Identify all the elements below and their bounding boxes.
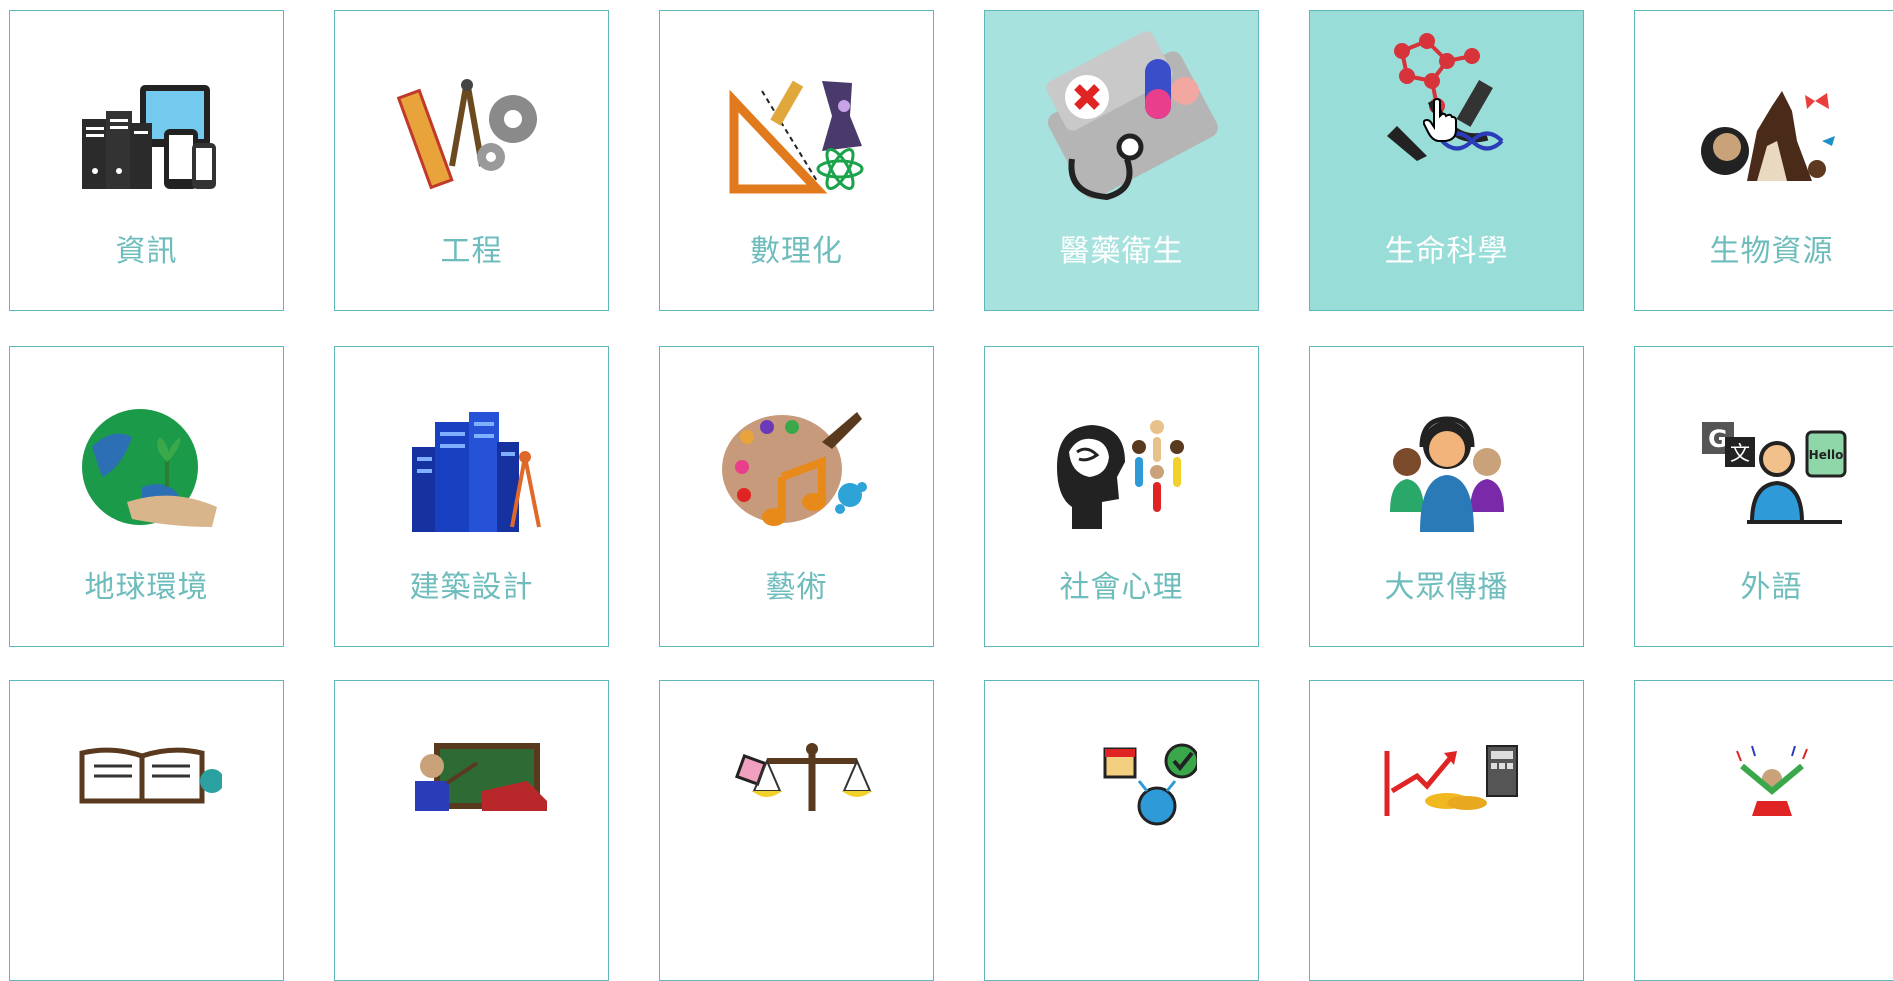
management-planning-icon <box>1047 741 1197 871</box>
sports-leisure-icon <box>1697 741 1847 871</box>
earth-environment-icon <box>72 407 222 537</box>
bio-resources-icon <box>1697 71 1847 201</box>
tile-mass-communication[interactable]: 大眾傳播 <box>1309 346 1584 647</box>
tile-art[interactable]: 藝術 <box>659 346 934 647</box>
tile-social-psychology[interactable]: 社會心理 <box>984 346 1259 647</box>
tile-info[interactable]: 資訊 <box>9 10 284 311</box>
tile-literature[interactable] <box>9 680 284 981</box>
tile-label: 工程 <box>440 234 503 269</box>
svg-text:Hello: Hello <box>1808 448 1843 462</box>
mass-communication-icon <box>1372 407 1522 537</box>
svg-text:G: G <box>1708 425 1728 453</box>
life-science-icon <box>1372 31 1522 161</box>
tile-management[interactable] <box>984 680 1259 981</box>
tile-math-science[interactable]: 數理化 <box>659 10 934 311</box>
tile-label: 大眾傳播 <box>1384 570 1509 605</box>
law-scales-icon <box>722 741 872 871</box>
architecture-icon <box>397 407 547 537</box>
tile-medicine[interactable]: 醫藥衛生 <box>984 10 1259 311</box>
literature-books-icon <box>72 741 222 871</box>
tile-label: 建築設計 <box>409 570 534 605</box>
tile-label: 生物資源 <box>1709 234 1834 269</box>
tile-label: 資訊 <box>115 234 178 269</box>
medicine-health-icon <box>1027 19 1227 209</box>
tile-architecture[interactable]: 建築設計 <box>334 346 609 647</box>
svg-text:文: 文 <box>1730 441 1750 465</box>
engineering-tools-icon <box>396 71 547 201</box>
tile-label: 地球環境 <box>84 570 209 605</box>
computer-devices-icon <box>72 71 222 201</box>
finance-growth-icon <box>1372 741 1522 871</box>
tile-life-science[interactable]: 生命科學 <box>1309 10 1584 311</box>
tile-earth[interactable]: 地球環境 <box>9 346 284 647</box>
social-psychology-icon <box>1047 407 1197 537</box>
education-teacher-icon <box>397 741 547 871</box>
tile-finance[interactable] <box>1309 680 1584 981</box>
tile-law[interactable] <box>659 680 934 981</box>
art-palette-icon <box>721 407 872 537</box>
tile-label: 醫藥衛生 <box>1059 234 1184 269</box>
tile-label: 社會心理 <box>1059 570 1184 605</box>
math-science-icon <box>722 71 872 201</box>
tile-bio-resources[interactable]: 生物資源 <box>1634 10 1893 311</box>
tile-foreign-language[interactable]: G 文 Hello 外語 <box>1634 346 1893 647</box>
foreign-language-icon: G 文 Hello <box>1697 407 1847 537</box>
tile-label: 外語 <box>1740 570 1803 605</box>
tile-label: 藝術 <box>765 570 828 605</box>
tile-label: 生命科學 <box>1384 234 1509 269</box>
tile-education[interactable] <box>334 680 609 981</box>
tile-label: 數理化 <box>750 234 843 269</box>
tile-sports[interactable] <box>1634 680 1893 981</box>
tile-engineering[interactable]: 工程 <box>334 10 609 311</box>
